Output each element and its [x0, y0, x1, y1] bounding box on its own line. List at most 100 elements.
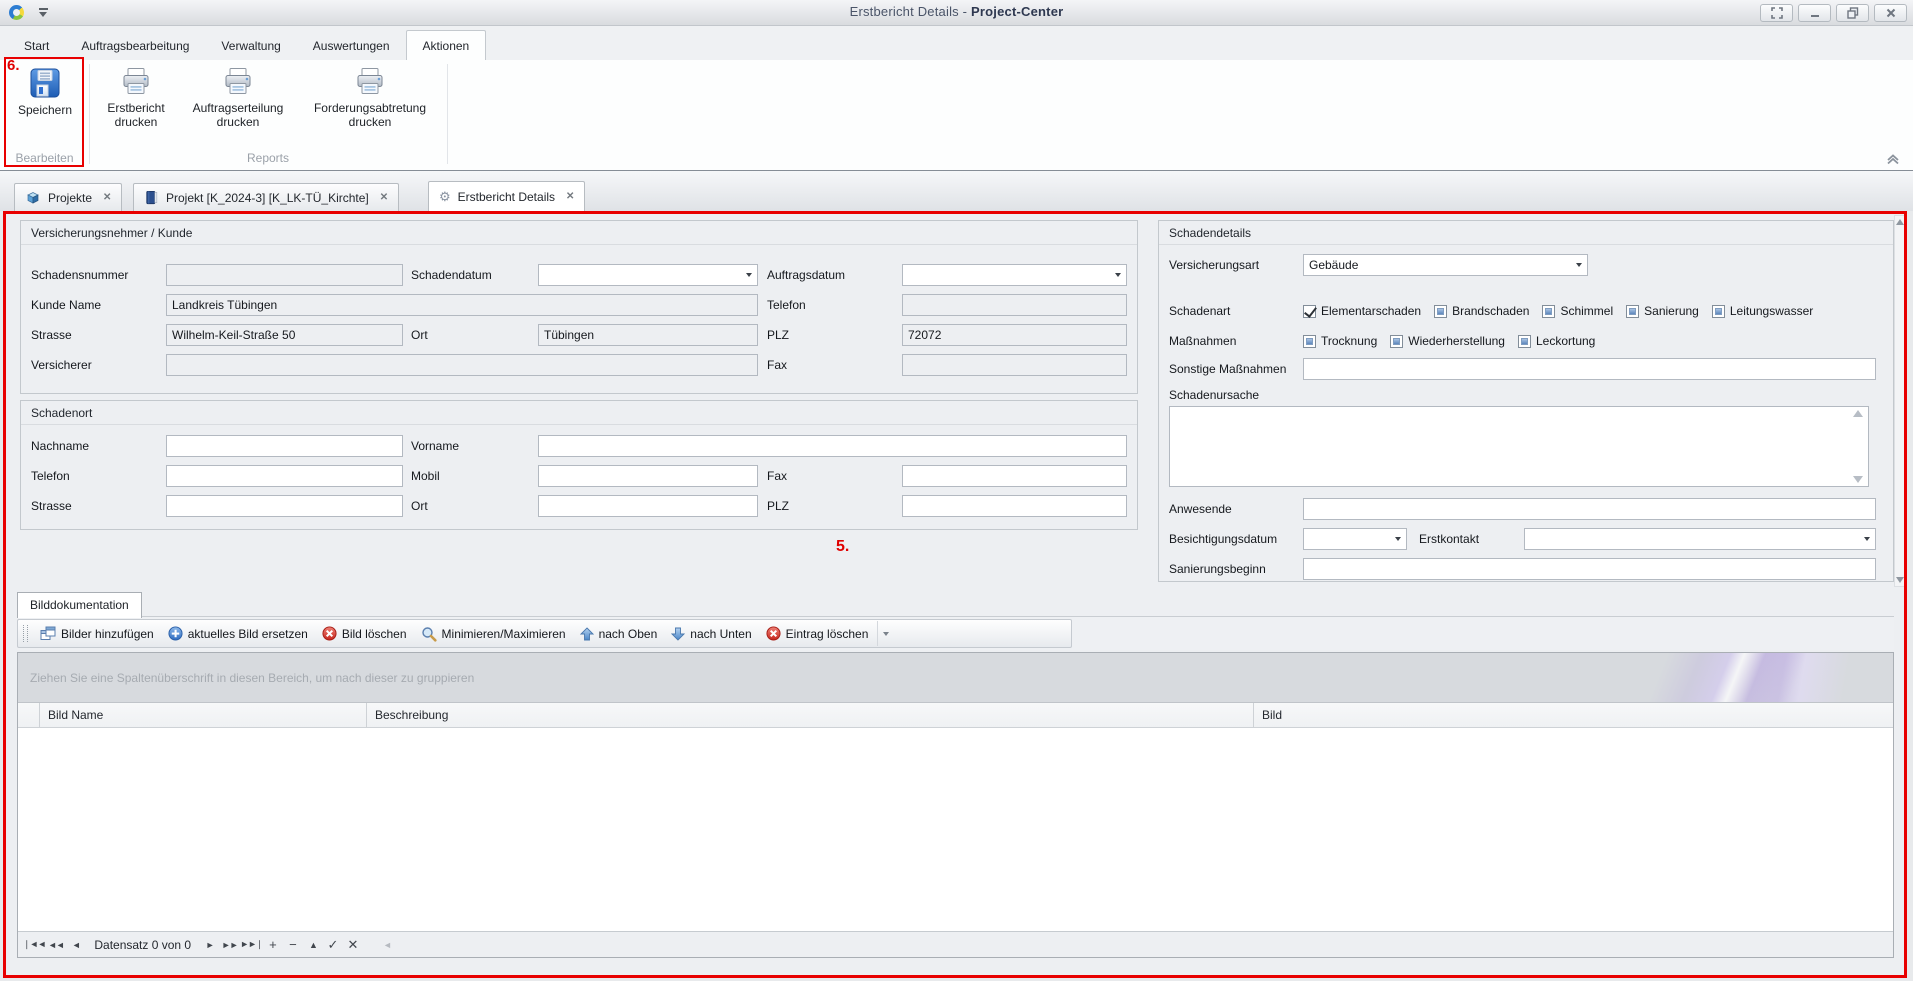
- checkbox-brandschaden[interactable]: Brandschaden: [1434, 304, 1529, 318]
- ribbon-tab-verwaltung[interactable]: Verwaltung: [205, 32, 296, 60]
- kunde-name-field[interactable]: [166, 294, 758, 316]
- plz-ort-field[interactable]: [902, 495, 1127, 517]
- column-header-bild[interactable]: Bild: [1254, 703, 1893, 727]
- ribbon-tab-aktionen[interactable]: Aktionen: [406, 30, 487, 60]
- data-navigator: ❘◄◄ ◄◄ ◄ Datensatz 0 von 0 ► ►► ►►❘ + − …: [18, 931, 1893, 957]
- delete-entry-button[interactable]: Eintrag löschen: [759, 622, 876, 646]
- mobil-field[interactable]: [538, 465, 758, 487]
- dropdown-button[interactable]: [1859, 529, 1875, 549]
- ribbon-tab-auftragsbearbeitung[interactable]: Auftragsbearbeitung: [65, 32, 205, 60]
- nav-prev-button[interactable]: ◄: [66, 935, 85, 955]
- ort-ort-field[interactable]: [538, 495, 758, 517]
- move-down-button[interactable]: nach Unten: [664, 622, 758, 646]
- print-forderungsabtretung-label: Forderungsabtretung drucken: [300, 101, 440, 129]
- column-header-beschreibung[interactable]: Beschreibung: [367, 703, 1254, 727]
- print-erstbericht-button[interactable]: Erstbericht drucken: [96, 63, 176, 129]
- checkbox-schimmel[interactable]: Schimmel: [1542, 304, 1613, 318]
- dropdown-button[interactable]: [741, 265, 757, 285]
- toolbar-dock: Bilder hinzufügen aktuelles Bild ersetze…: [17, 616, 1894, 650]
- ribbon-tab-start[interactable]: Start: [8, 32, 65, 60]
- close-button[interactable]: [1874, 4, 1907, 22]
- nav-delete-button[interactable]: −: [283, 935, 302, 955]
- toolbar-options-button[interactable]: [877, 621, 894, 646]
- checkbox-trocknung[interactable]: Trocknung: [1303, 334, 1377, 348]
- dropdown-button[interactable]: [1571, 255, 1587, 275]
- document-tab-strip: Projekte ✕ Projekt [K_2024-3] [K_LK-TÜ_K…: [0, 171, 1913, 211]
- minmax-button[interactable]: Minimieren/Maximieren: [414, 622, 573, 646]
- fullscreen-button[interactable]: [1760, 4, 1793, 22]
- schadendatum-field[interactable]: [538, 264, 758, 286]
- form-vertical-scrollbar[interactable]: [1894, 215, 1906, 587]
- auftragsdatum-field[interactable]: [902, 264, 1127, 286]
- nav-cancel-button[interactable]: ✕: [343, 935, 362, 955]
- column-header-bild-name[interactable]: Bild Name: [40, 703, 367, 727]
- nav-last-button[interactable]: ►►❘: [240, 935, 262, 955]
- plz-field[interactable]: [902, 324, 1127, 346]
- nav-endedit-button[interactable]: ✓: [323, 935, 342, 955]
- replace-image-button[interactable]: aktuelles Bild ersetzen: [161, 622, 315, 646]
- nav-append-button[interactable]: +: [263, 935, 282, 955]
- add-images-button[interactable]: Bilder hinzufügen: [33, 622, 161, 646]
- close-tab-icon[interactable]: ✕: [380, 192, 388, 203]
- dropdown-button[interactable]: [1390, 529, 1406, 549]
- erstkontakt-field[interactable]: [1524, 528, 1876, 550]
- fax-field[interactable]: [902, 354, 1127, 376]
- erstkontakt-label: Erstkontakt: [1419, 528, 1479, 550]
- toolbar-grip[interactable]: [23, 625, 28, 642]
- versicherer-field[interactable]: [166, 354, 758, 376]
- checkbox-elementarschaden[interactable]: Elementarschaden: [1303, 304, 1421, 318]
- hscroll-left-icon[interactable]: ◄: [377, 935, 396, 955]
- doc-tab-erstbericht-details[interactable]: ⚙ Erstbericht Details ✕: [428, 181, 585, 211]
- nav-prev-page-button[interactable]: ◄◄: [46, 935, 65, 955]
- delete-image-button[interactable]: Bild löschen: [315, 622, 414, 646]
- doc-tab-projekt-k2024[interactable]: Projekt [K_2024-3] [K_LK-TÜ_Kirchte] ✕: [133, 183, 399, 211]
- ort-field[interactable]: [538, 324, 758, 346]
- print-auftragserteilung-label: Auftragserteilung drucken: [182, 101, 294, 129]
- fax-ort-field[interactable]: [902, 465, 1127, 487]
- scroll-down-icon[interactable]: [1853, 476, 1863, 483]
- nav-edit-button[interactable]: ▲: [303, 935, 322, 955]
- telefon-ort-field[interactable]: [166, 465, 403, 487]
- dropdown-button[interactable]: [1110, 265, 1126, 285]
- scroll-down-icon[interactable]: [1896, 577, 1904, 583]
- checkbox-sanierung[interactable]: Sanierung: [1626, 304, 1699, 318]
- checkbox-indeterminate-icon: [1303, 335, 1316, 348]
- sanierungsbeginn-field[interactable]: [1303, 558, 1876, 580]
- nav-next-page-button[interactable]: ►►: [220, 935, 239, 955]
- print-auftragserteilung-button[interactable]: Auftragserteilung drucken: [182, 63, 294, 129]
- close-tab-icon[interactable]: ✕: [103, 192, 111, 203]
- schadensnummer-field[interactable]: [166, 264, 403, 286]
- checkbox-wiederherstellung[interactable]: Wiederherstellung: [1390, 334, 1505, 348]
- move-up-button[interactable]: nach Oben: [573, 622, 665, 646]
- anwesende-label: Anwesende: [1169, 498, 1232, 520]
- restore-button[interactable]: [1836, 4, 1869, 22]
- close-tab-icon[interactable]: ✕: [566, 191, 574, 202]
- nav-first-button[interactable]: ❘◄◄: [23, 935, 45, 955]
- grid-body-empty[interactable]: [18, 728, 1893, 931]
- versicherungsart-field[interactable]: Gebäude: [1303, 254, 1588, 276]
- besichtigungsdatum-field[interactable]: [1303, 528, 1407, 550]
- nav-next-button[interactable]: ►: [200, 935, 219, 955]
- strasse-field[interactable]: [166, 324, 403, 346]
- textarea-scrollbar[interactable]: [1851, 410, 1865, 483]
- checkbox-leckortung[interactable]: Leckortung: [1518, 334, 1595, 348]
- scroll-up-icon[interactable]: [1896, 219, 1904, 225]
- grid-group-panel[interactable]: Ziehen Sie eine Spaltenüberschrift in di…: [18, 653, 1893, 703]
- nachname-field[interactable]: [166, 435, 403, 457]
- checkbox-leitungswasser[interactable]: Leitungswasser: [1712, 304, 1813, 318]
- ribbon-collapse-button[interactable]: [1885, 152, 1901, 164]
- minimize-button[interactable]: [1798, 4, 1831, 22]
- telefon-field[interactable]: [902, 294, 1127, 316]
- anwesende-field[interactable]: [1303, 498, 1876, 520]
- strasse-label: Strasse: [31, 324, 72, 346]
- vorname-field[interactable]: [538, 435, 1127, 457]
- schadenursache-textarea[interactable]: [1169, 406, 1869, 487]
- tab-bilddokumentation[interactable]: Bilddokumentation: [17, 592, 142, 618]
- strasse-ort-field[interactable]: [166, 495, 403, 517]
- print-forderungsabtretung-button[interactable]: Forderungsabtretung drucken: [300, 63, 440, 129]
- scroll-up-icon[interactable]: [1853, 410, 1863, 417]
- sonstige-massnahmen-field[interactable]: [1303, 358, 1876, 380]
- ribbon-tab-auswertungen[interactable]: Auswertungen: [297, 32, 406, 60]
- doc-tab-projekte[interactable]: Projekte ✕: [14, 183, 122, 211]
- minimize-icon: [1810, 8, 1820, 18]
